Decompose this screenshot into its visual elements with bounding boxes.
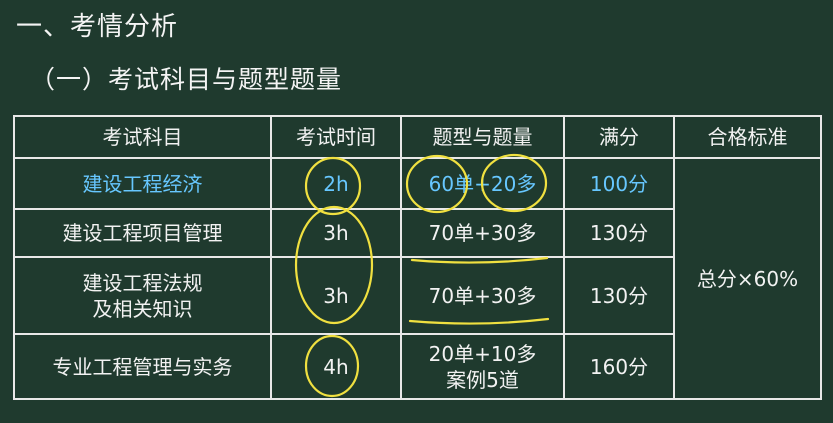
cell-time: 2h [270,157,402,210]
cell-score: 130分 [563,256,675,336]
cell-subject: 专业工程管理与实务 [13,333,272,400]
cell-time: 3h [270,207,402,259]
cell-time: 3h [270,256,402,336]
cell-format: 60单+20多 [400,157,565,210]
table-row: 建设工程经济 2h 60单+20多 100分 总分×60% [13,157,822,400]
cell-format: 70单+30多 [400,256,565,336]
cell-format: 20单+10多 案例5道 [400,333,565,400]
table-header-row: 考试科目 考试时间 题型与题量 满分 合格标准 [13,114,822,160]
cell-subject: 建设工程项目管理 [13,207,272,259]
cell-subject: 建设工程经济 [13,157,272,210]
cell-format: 70单+30多 [400,207,565,259]
cell-format-line2: 案例5道 [446,367,519,392]
cell-score: 100分 [563,157,675,210]
subsection-heading: （一）考试科目与题型题量 [30,65,343,94]
cell-pass-standard: 总分×60% [673,157,822,400]
cell-time: 4h [270,333,402,400]
header-score: 满分 [563,114,675,160]
cell-score: 160分 [563,333,675,400]
header-pass: 合格标准 [673,114,822,160]
section-heading: 一、考情分析 [16,12,179,42]
header-format: 题型与题量 [400,114,565,160]
header-subject: 考试科目 [13,114,272,160]
cell-subject-line1: 建设工程法规 [82,270,203,295]
exam-table: 考试科目 考试时间 题型与题量 满分 合格标准 建设工程经济 2h 60单+20… [13,114,822,400]
header-time: 考试时间 [270,114,402,160]
cell-format-line1: 20单+10多 [428,341,537,366]
cell-subject-line2: 及相关知识 [92,296,193,321]
cell-subject: 建设工程法规 及相关知识 [13,256,272,336]
cell-score: 130分 [563,207,675,259]
